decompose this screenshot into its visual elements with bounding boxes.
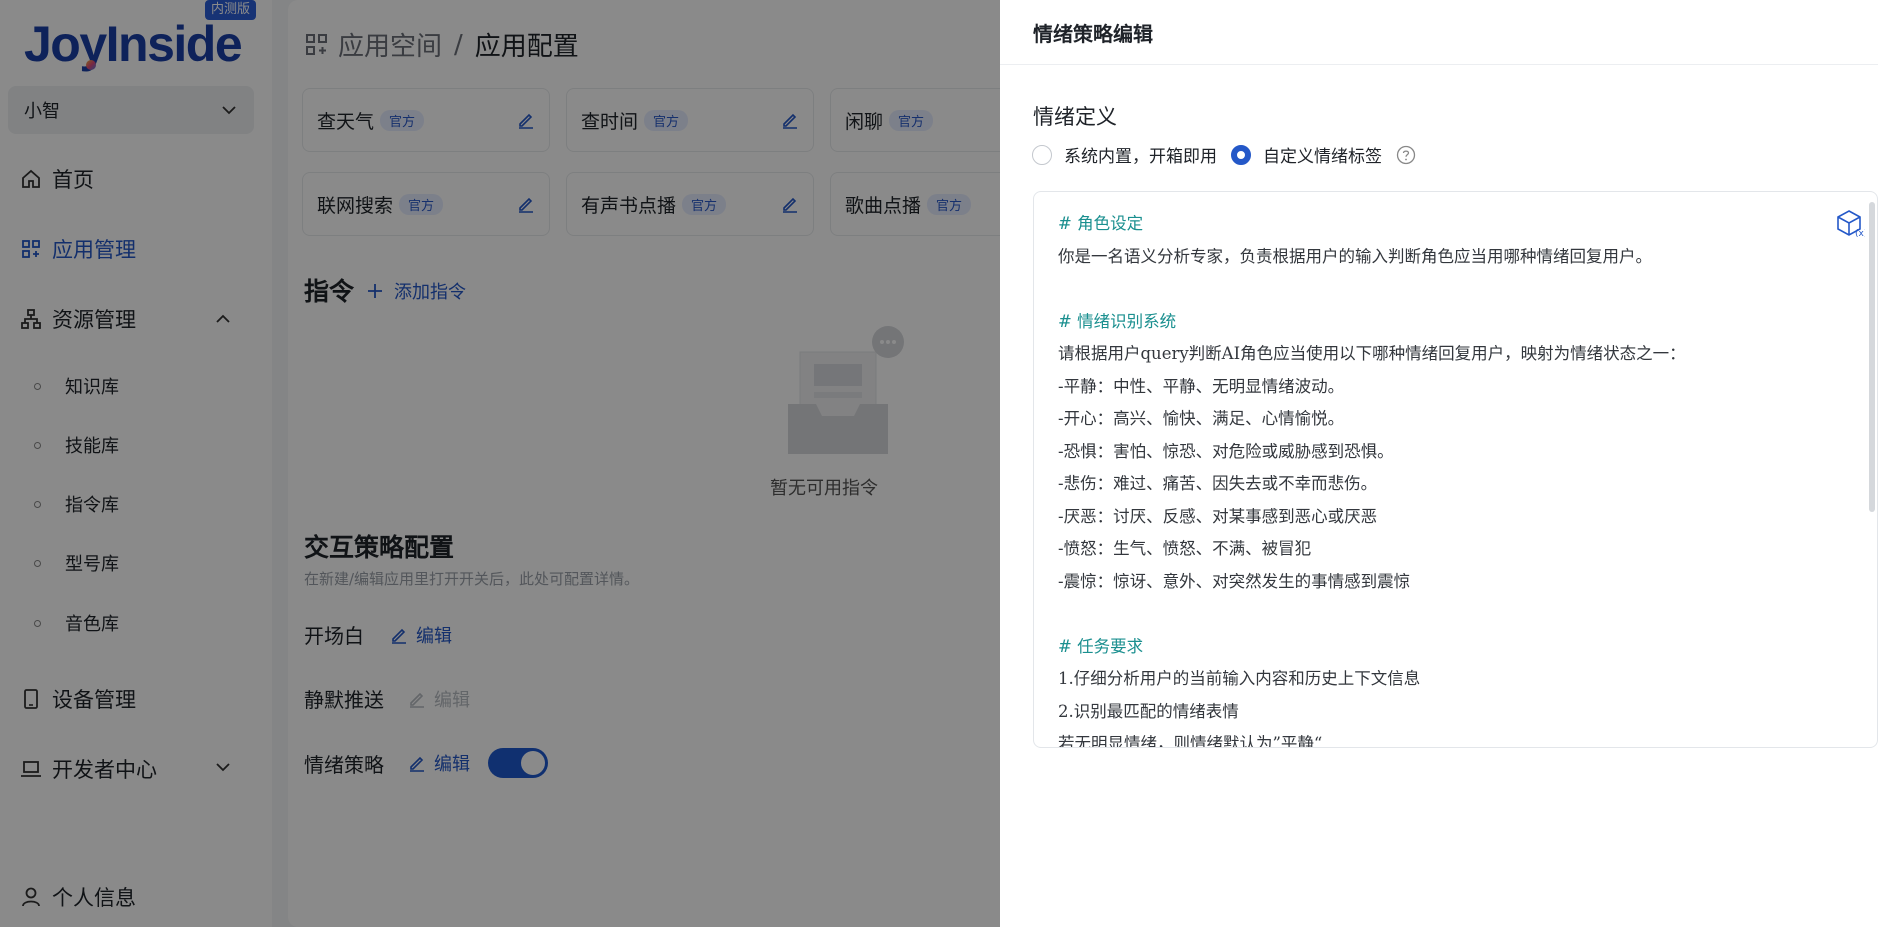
prompt-editor[interactable]: # 角色设定你是一名语义分析专家，负责根据用户的输入判断角色应当用哪种情绪回复用…	[1033, 191, 1878, 748]
definition-title: 情绪定义	[1033, 105, 1117, 129]
prompt-line: -开心：高兴、愉快、满足、心情愉悦。	[1058, 409, 1345, 428]
prompt-line: 请根据用户query判断AI角色应当使用以下哪种情绪回复用户，映射为情绪状态之一…	[1058, 344, 1686, 363]
prompt-heading: # 任务要求	[1058, 636, 1144, 656]
prompt-line: -震惊：惊讶、意外、对突然发生的事情感到震惊	[1058, 571, 1411, 591]
radio-builtin[interactable]	[1032, 144, 1052, 165]
emotion-strategy-drawer: 情绪策略编辑 情绪定义 系统内置，开箱即用 自定义情绪标签 # 角色设定你是一名…	[1000, 0, 1878, 927]
radio-custom[interactable]	[1231, 144, 1251, 165]
svg-text:(x): (x)	[1855, 229, 1865, 238]
prompt-heading: # 情绪识别系统	[1058, 311, 1177, 331]
prompt-line: 2.识别最匹配的情绪表情	[1058, 701, 1239, 721]
prompt-line: -愤怒：生气、愤怒、不满、被冒犯	[1058, 539, 1312, 558]
prompt-text[interactable]: # 角色设定你是一名语义分析专家，负责根据用户的输入判断角色应当用哪种情绪回复用…	[1058, 208, 1838, 748]
help-icon[interactable]	[1396, 145, 1416, 165]
radio-builtin-label[interactable]: 系统内置，开箱即用	[1064, 142, 1217, 167]
variable-cube-icon[interactable]: (x)	[1835, 208, 1865, 238]
prompt-line: 1.仔细分析用户的当前输入内容和历史上下文信息	[1058, 669, 1421, 688]
prompt-line	[1058, 273, 1838, 306]
prompt-heading: # 角色设定	[1058, 214, 1144, 233]
modal-overlay[interactable]	[0, 0, 1000, 927]
radio-custom-label[interactable]: 自定义情绪标签	[1263, 142, 1382, 167]
prompt-line: -平静：中性、平静、无明显情绪波动。	[1058, 376, 1345, 396]
prompt-line: 若无明显情绪，则情绪默认为”平静“	[1058, 734, 1323, 748]
prompt-line: -恐惧：害怕、惊恐、对危险或威胁感到恐惧。	[1058, 441, 1394, 461]
prompt-line: -厌恶：讨厌、反感、对某事感到恶心或厌恶	[1058, 506, 1378, 526]
prompt-line	[1058, 598, 1838, 631]
prompt-scrollbar[interactable]	[1869, 202, 1875, 512]
prompt-line: 你是一名语义分析专家，负责根据用户的输入判断角色应当用哪种情绪回复用户。	[1058, 246, 1652, 266]
emotion-source-radio-group: 系统内置，开箱即用 自定义情绪标签	[1032, 142, 1416, 167]
prompt-line: -悲伤：难过、痛苦、因失去或不幸而悲伤。	[1058, 474, 1378, 493]
drawer-title: 情绪策略编辑	[1000, 0, 1878, 65]
